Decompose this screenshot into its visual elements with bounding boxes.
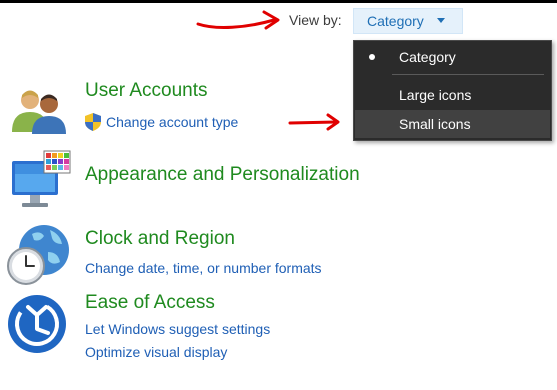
category-title[interactable]: User Accounts — [85, 80, 208, 102]
view-by-menu: Category Large icons Small icons — [353, 40, 552, 141]
annotation-arrow-view-by — [196, 10, 280, 30]
view-by-label: View by: — [289, 12, 342, 28]
link-let-windows-suggest-settings[interactable]: Let Windows suggest settings — [85, 321, 270, 337]
uac-shield-icon — [85, 113, 101, 131]
ease-of-access-icon[interactable] — [6, 293, 68, 355]
category-title[interactable]: Clock and Region — [85, 228, 235, 250]
link-change-account-type[interactable]: Change account type — [106, 114, 238, 130]
view-by-selected-value: Category — [367, 13, 424, 29]
view-by-dropdown[interactable]: Category — [353, 8, 463, 34]
appearance-icon[interactable] — [8, 149, 72, 213]
annotation-arrow-small-icons — [288, 113, 340, 131]
menu-separator — [392, 74, 544, 75]
menu-item-small-icons[interactable]: Small icons — [355, 110, 550, 138]
menu-item-category[interactable]: Category — [355, 43, 550, 71]
category-title[interactable]: Appearance and Personalization — [85, 164, 360, 186]
chevron-down-icon — [437, 18, 445, 23]
link-optimize-visual-display[interactable]: Optimize visual display — [85, 344, 227, 360]
menu-item-large-icons[interactable]: Large icons — [355, 81, 550, 109]
clock-region-icon[interactable] — [4, 222, 74, 288]
checked-bullet-icon — [369, 54, 375, 60]
link-change-date-time-formats[interactable]: Change date, time, or number formats — [85, 260, 322, 276]
menu-item-label: Large icons — [399, 87, 472, 103]
top-border — [0, 0, 557, 3]
user-accounts-icon[interactable] — [8, 86, 70, 136]
menu-item-label: Small icons — [399, 116, 471, 132]
category-title[interactable]: Ease of Access — [85, 292, 215, 314]
menu-item-label: Category — [399, 49, 456, 65]
